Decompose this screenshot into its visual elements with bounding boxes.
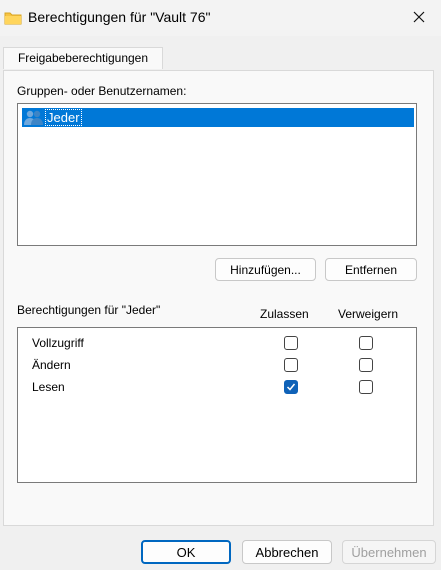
tab-strip: Freigabeberechtigungen (0, 36, 441, 70)
add-button[interactable]: Hinzufügen... (215, 258, 316, 281)
permission-name-read: Lesen (32, 380, 65, 394)
list-item[interactable]: Jeder (22, 108, 414, 127)
ok-button[interactable]: OK (141, 540, 231, 564)
deny-checkbox-change[interactable] (359, 358, 373, 372)
remove-button[interactable]: Entfernen (325, 258, 417, 281)
apply-button[interactable]: Übernehmen (342, 540, 436, 564)
tab-freigabeberechtigungen[interactable]: Freigabeberechtigungen (3, 47, 163, 69)
allow-checkbox-read[interactable] (284, 380, 298, 394)
allow-checkbox-change[interactable] (284, 358, 298, 372)
allow-checkbox-full-control[interactable] (284, 336, 298, 350)
permissions-list: Vollzugriff Ändern Lesen (17, 327, 417, 483)
list-item-label: Jeder (45, 109, 82, 126)
window-title: Berechtigungen für "Vault 76" (28, 9, 211, 25)
close-icon (413, 11, 425, 26)
close-button[interactable] (402, 4, 436, 32)
cancel-button[interactable]: Abbrechen (242, 540, 332, 564)
permissions-label: Berechtigungen für "Jeder" (17, 303, 161, 317)
deny-header: Verweigern (338, 307, 399, 321)
title-bar: Berechtigungen für "Vault 76" (0, 0, 441, 36)
checkmark-icon (286, 383, 296, 391)
groups-label: Gruppen- oder Benutzernamen: (17, 84, 187, 98)
permission-name-change: Ändern (32, 358, 71, 372)
deny-checkbox-full-control[interactable] (359, 336, 373, 350)
allow-header: Zulassen (260, 307, 309, 321)
folder-icon (4, 11, 22, 25)
groups-listbox[interactable]: Jeder (17, 103, 417, 246)
deny-checkbox-read[interactable] (359, 380, 373, 394)
permission-name-full-control: Vollzugriff (32, 336, 84, 350)
users-icon (23, 109, 45, 126)
